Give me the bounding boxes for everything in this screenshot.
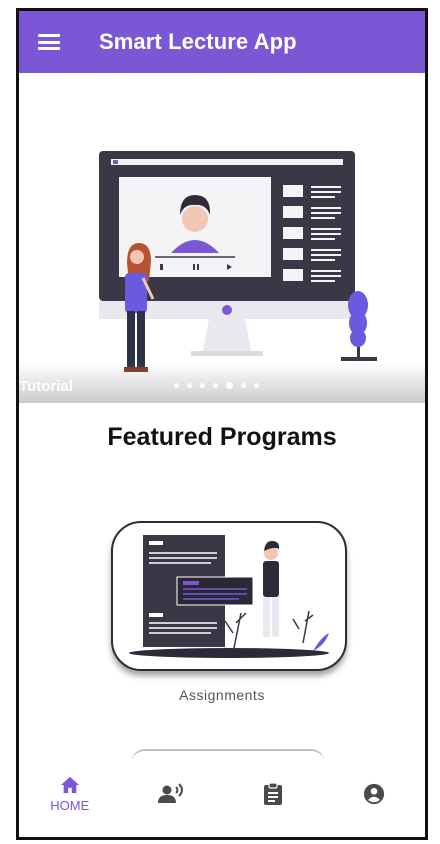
online-tutorial-illustration — [99, 151, 377, 372]
carousel-dot[interactable] — [200, 383, 205, 388]
clipboard-icon — [263, 782, 282, 805]
hero-carousel[interactable]: Tutorial — [19, 73, 425, 403]
carousel-dot[interactable] — [226, 382, 233, 389]
nav-item-lecture[interactable] — [136, 783, 206, 805]
app-screen: Smart Lecture App Tutorial Featured Prog… — [16, 8, 428, 840]
nav-item-profile[interactable] — [339, 783, 409, 805]
carousel-caption: Tutorial — [19, 378, 73, 395]
carousel-dots[interactable] — [174, 382, 259, 389]
account-circle-icon — [364, 783, 385, 805]
assignments-illustration — [129, 535, 329, 658]
section-title: Featured Programs — [107, 423, 337, 451]
program-card-assignments[interactable] — [111, 521, 347, 671]
nav-label-home: HOME — [50, 798, 90, 813]
carousel-dot[interactable] — [254, 383, 259, 388]
menu-icon — [38, 34, 60, 50]
carousel-dot[interactable] — [174, 383, 179, 388]
app-bar: Smart Lecture App — [19, 11, 425, 73]
nav-item-assignments[interactable] — [238, 782, 308, 806]
program-label-assignments: Assignments — [179, 687, 265, 703]
nav-item-home[interactable]: HOME — [35, 775, 105, 813]
speaking-person-icon — [158, 783, 184, 803]
menu-button[interactable] — [19, 11, 79, 73]
bottom-navigation: HOME — [19, 759, 425, 837]
app-title: Smart Lecture App — [99, 29, 297, 54]
home-icon — [60, 776, 79, 794]
carousel-dot[interactable] — [187, 383, 192, 388]
carousel-dot[interactable] — [213, 383, 218, 388]
carousel-dot[interactable] — [241, 383, 246, 388]
